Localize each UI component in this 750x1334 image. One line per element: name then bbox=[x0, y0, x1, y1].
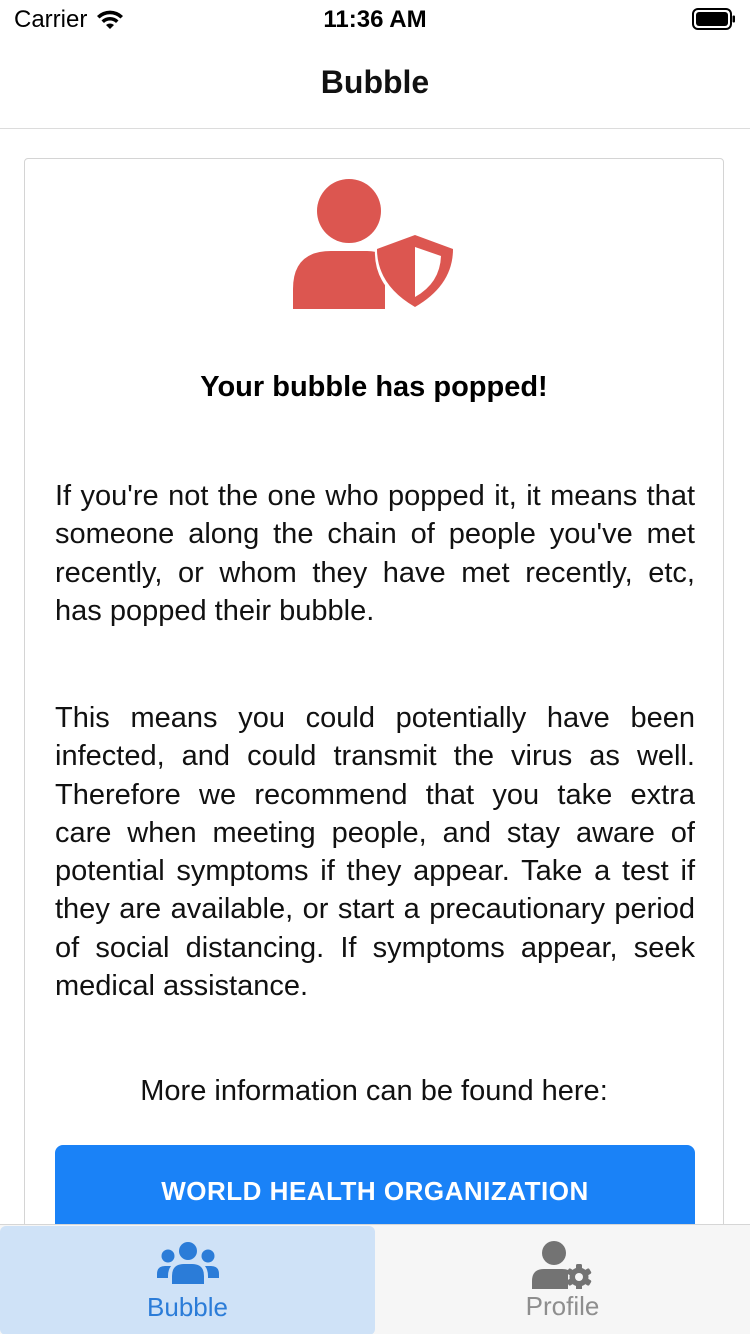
navigation-bar: Bubble bbox=[0, 40, 750, 129]
users-icon bbox=[156, 1242, 219, 1284]
explanation-paragraph: If you're not the one who popped it, it … bbox=[55, 480, 695, 627]
status-bar: Carrier 11:36 AM bbox=[0, 0, 750, 40]
app-screen: Carrier 11:36 AM Bubble Your bubble has … bbox=[0, 0, 750, 1334]
tab-bar: Bubble Profile bbox=[0, 1224, 750, 1334]
tab-label-profile: Profile bbox=[525, 1291, 600, 1321]
status-time: 11:36 AM bbox=[323, 6, 427, 33]
tab-bubble[interactable]: Bubble bbox=[0, 1226, 375, 1334]
tab-label-bubble: Bubble bbox=[147, 1292, 228, 1322]
user-shield-icon bbox=[293, 179, 453, 309]
bubble-status-card: Your bubble has popped! If you're not th… bbox=[24, 158, 724, 1278]
status-headline: Your bubble has popped! bbox=[200, 371, 548, 403]
user-cog-icon bbox=[531, 1241, 591, 1289]
tab-profile[interactable]: Profile bbox=[375, 1225, 750, 1334]
page-title: Bubble bbox=[320, 64, 430, 100]
recommendation-paragraph: This means you could potentially have be… bbox=[55, 702, 695, 1003]
more-info-label: More information can be found here: bbox=[140, 1075, 608, 1107]
battery-full-icon bbox=[692, 8, 735, 30]
